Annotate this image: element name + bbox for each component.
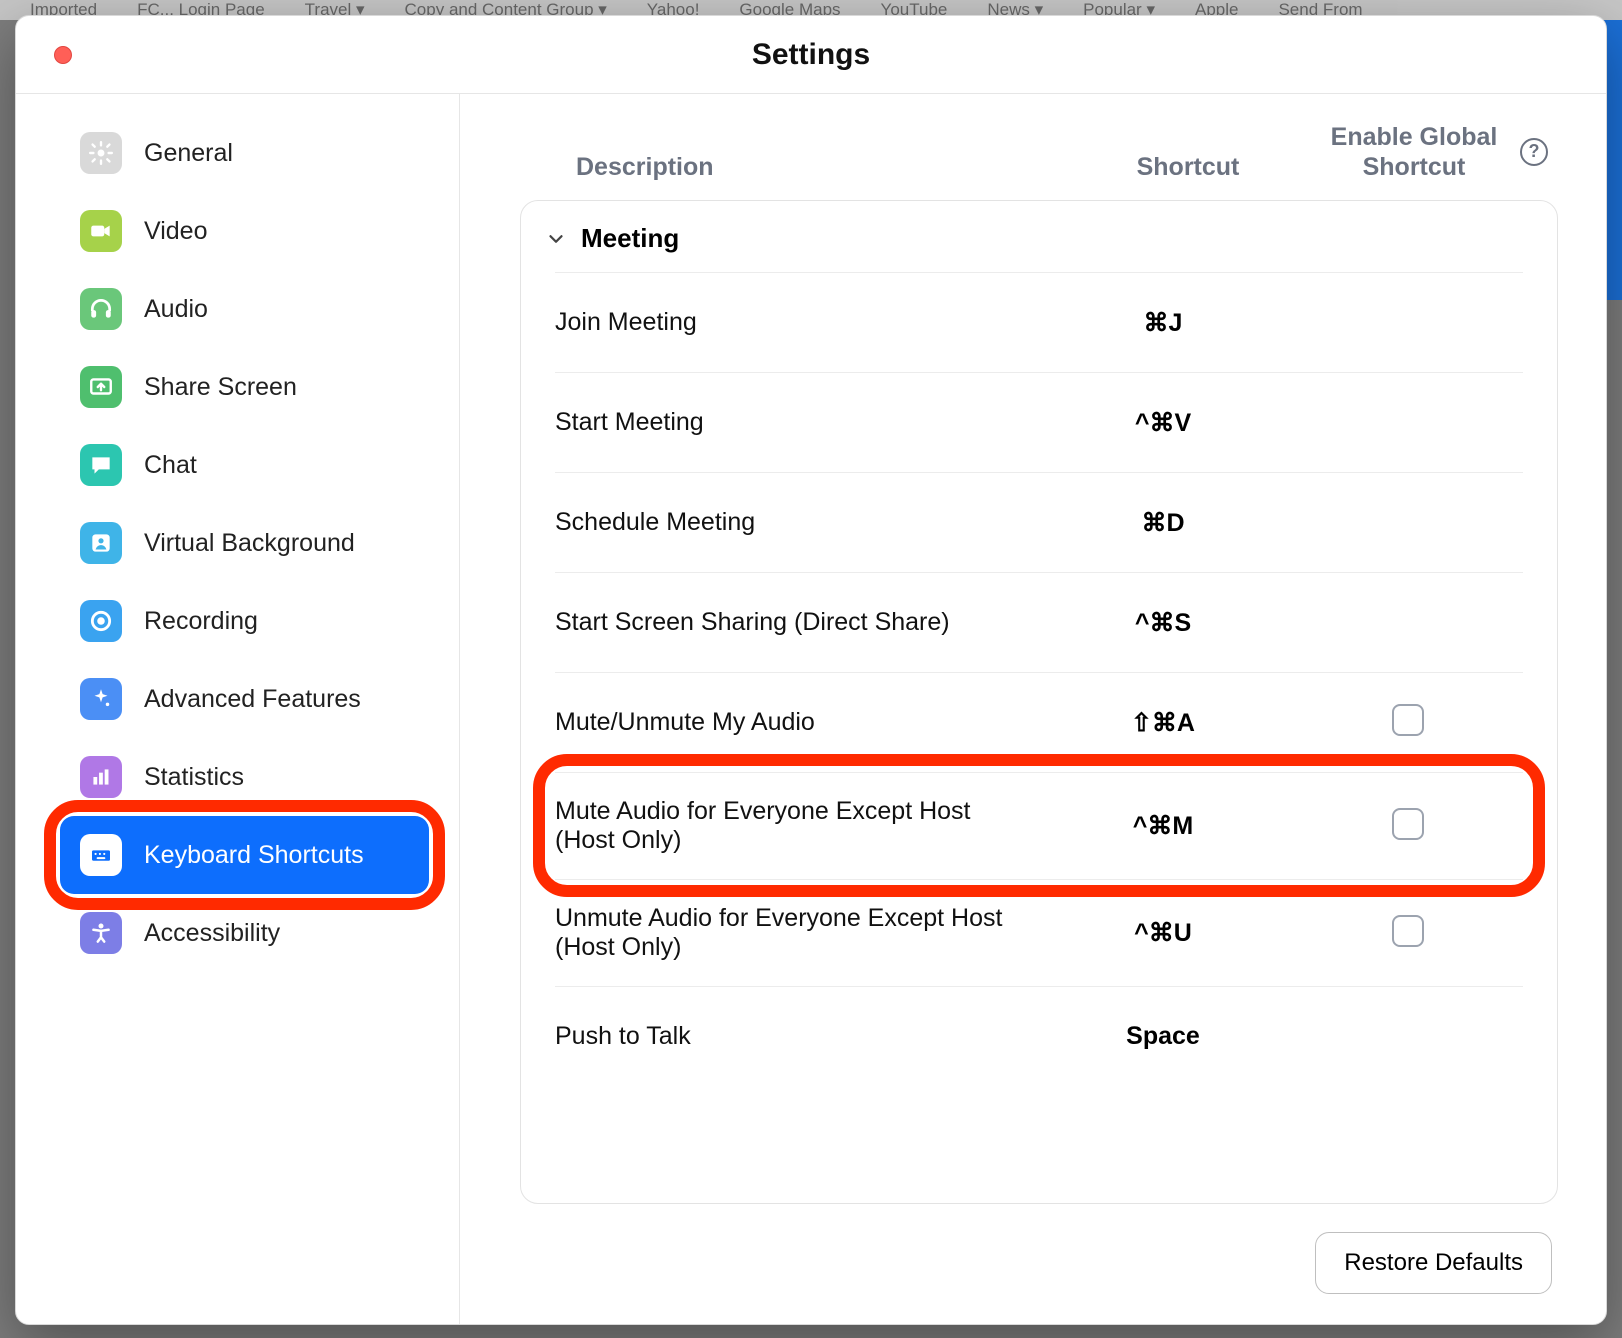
chat-icon [80,444,122,486]
titlebar: Settings [16,16,1606,94]
shortcut-description: Mute/Unmute My Audio [555,708,1033,737]
sidebar-item-label: Statistics [144,763,244,792]
section-header-meeting[interactable]: Meeting [521,201,1557,272]
col-description: Description [530,153,1058,182]
shortcut-row: Schedule Meeting⌘D [555,472,1523,572]
sidebar-item-label: Accessibility [144,919,280,948]
shortcut-row: Mute Audio for Everyone Except Host (Hos… [555,772,1523,879]
shortcut-description: Mute Audio for Everyone Except Host (Hos… [555,797,1033,855]
sidebar-item-label: Share Screen [144,373,297,402]
shortcut-rows: Join Meeting⌘JStart Meeting^⌘VSchedule M… [521,272,1557,1086]
sidebar-item-chat[interactable]: Chat [60,426,429,504]
shortcut-keys[interactable]: ^⌘V [1033,408,1293,438]
shortcut-global-cell [1293,915,1523,952]
restore-defaults-button[interactable]: Restore Defaults [1315,1232,1552,1294]
global-shortcut-checkbox[interactable] [1392,915,1424,947]
sidebar-item-label: General [144,139,233,168]
sidebar-item-accessibility[interactable]: Accessibility [60,894,429,972]
sidebar-item-recording[interactable]: Recording [60,582,429,660]
sidebar-item-label: Advanced Features [144,685,361,714]
shortcut-keys[interactable]: ⇧⌘A [1033,708,1293,738]
window-title: Settings [16,38,1606,72]
sidebar-item-video[interactable]: Video [60,192,429,270]
shortcut-keys[interactable]: ⌘J [1033,308,1293,338]
sparkle-icon [80,678,122,720]
sidebar-item-keyboard-shortcuts[interactable]: Keyboard Shortcuts [60,816,429,894]
shortcut-description: Start Screen Sharing (Direct Share) [555,608,1033,637]
window-body: General Video Audio Share Screen Chat Virtual… [16,94,1606,1324]
shortcut-keys[interactable]: ^⌘S [1033,608,1293,638]
gear-icon [80,132,122,174]
record-icon [80,600,122,642]
sidebar-item-label: Keyboard Shortcuts [144,841,364,870]
settings-main: Description Shortcut Enable Global Short… [460,94,1606,1324]
shortcut-description: Start Meeting [555,408,1033,437]
background-icon [80,522,122,564]
global-shortcut-checkbox[interactable] [1392,704,1424,736]
shortcut-row: Mute/Unmute My Audio⇧⌘A [555,672,1523,772]
col-global: Enable Global Shortcut ? [1318,122,1548,182]
shortcut-row: Join Meeting⌘J [555,272,1523,372]
settings-window: Settings General Video Audio Share Screen Ch… [15,15,1607,1325]
sidebar-item-label: Video [144,217,208,246]
section-title: Meeting [581,223,679,254]
settings-sidebar: General Video Audio Share Screen Chat Virtual… [16,94,460,1324]
shortcut-description: Schedule Meeting [555,508,1033,537]
sidebar-item-label: Virtual Background [144,529,355,558]
shortcut-global-cell [1293,808,1523,845]
sidebar-item-virtual-background[interactable]: Virtual Background [60,504,429,582]
headphones-icon [80,288,122,330]
help-icon[interactable]: ? [1520,138,1548,166]
sidebar-item-label: Chat [144,451,197,480]
shortcut-keys[interactable]: Space [1033,1022,1293,1051]
video-icon [80,210,122,252]
shortcut-row: Start Screen Sharing (Direct Share)^⌘S [555,572,1523,672]
column-headers: Description Shortcut Enable Global Short… [520,122,1558,200]
sidebar-item-share-screen[interactable]: Share Screen [60,348,429,426]
shortcut-description: Unmute Audio for Everyone Except Host (H… [555,904,1033,962]
close-window-button[interactable] [54,46,72,64]
sidebar-item-audio[interactable]: Audio [60,270,429,348]
shortcut-global-cell [1293,704,1523,741]
col-shortcut: Shortcut [1058,153,1318,182]
shortcut-row: Start Meeting^⌘V [555,372,1523,472]
global-shortcut-checkbox[interactable] [1392,808,1424,840]
stats-icon [80,756,122,798]
shortcuts-panel: Meeting Join Meeting⌘JStart Meeting^⌘VSc… [520,200,1558,1204]
shortcut-description: Push to Talk [555,1022,1033,1051]
chevron-down-icon [545,228,567,250]
share-screen-icon [80,366,122,408]
accessibility-icon [80,912,122,954]
sidebar-item-label: Audio [144,295,208,324]
sidebar-item-label: Recording [144,607,258,636]
panel-footer: Restore Defaults [520,1204,1558,1294]
sidebar-item-statistics[interactable]: Statistics [60,738,429,816]
shortcut-keys[interactable]: ⌘D [1033,508,1293,538]
shortcut-description: Join Meeting [555,308,1033,337]
keyboard-icon [80,834,122,876]
shortcut-row: Push to TalkSpace [555,986,1523,1086]
shortcut-keys[interactable]: ^⌘M [1033,811,1293,841]
sidebar-item-general[interactable]: General [60,114,429,192]
shortcut-row: Unmute Audio for Everyone Except Host (H… [555,879,1523,986]
sidebar-item-advanced-features[interactable]: Advanced Features [60,660,429,738]
col-global-label: Enable Global Shortcut [1318,122,1510,182]
shortcut-keys[interactable]: ^⌘U [1033,918,1293,948]
